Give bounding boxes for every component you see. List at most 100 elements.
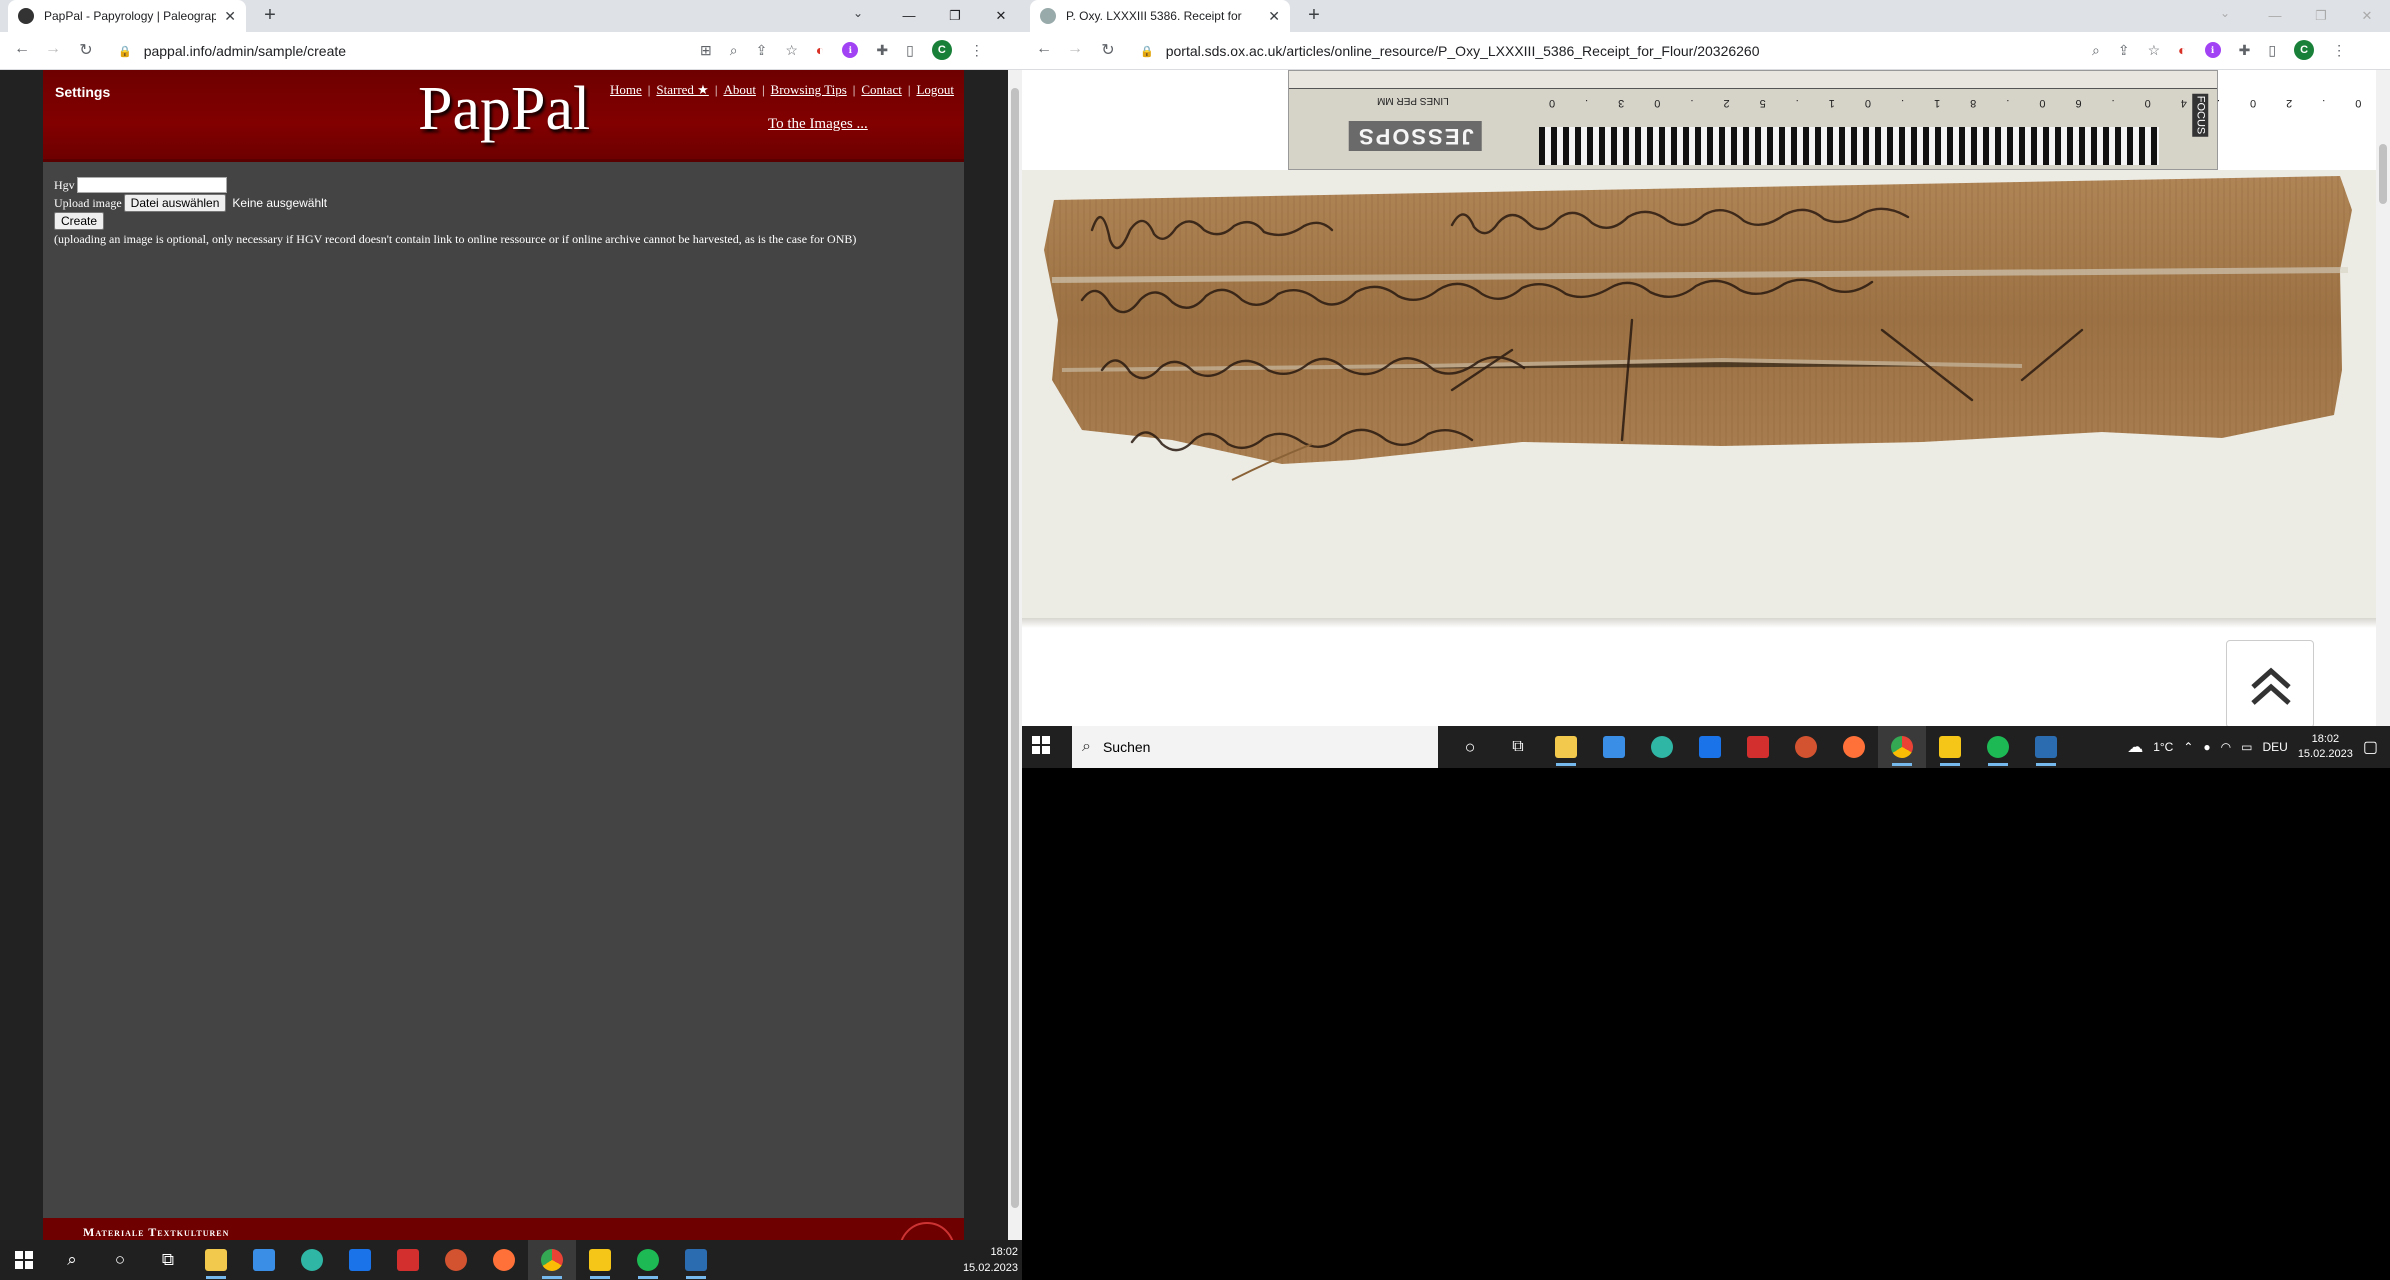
nav-starred[interactable]: Starred ★ — [656, 82, 708, 98]
main-task-view-icon[interactable]: ⧉ — [144, 1240, 192, 1280]
new-tab-right-button[interactable]: + — [1302, 4, 1326, 27]
share-right-icon[interactable]: ⇪ — [2118, 42, 2130, 59]
extension-red-icon[interactable]: ◐ — [816, 42, 824, 58]
tab-pappal[interactable]: PapPal - Papyrology | Paleograph ✕ — [8, 0, 246, 32]
close-tab-icon[interactable]: ✕ — [224, 8, 236, 25]
star-right-icon[interactable]: ☆ — [2148, 42, 2161, 59]
share-icon[interactable]: ⇪ — [756, 42, 768, 59]
main-firefox-icon[interactable] — [480, 1240, 528, 1280]
weather-icon[interactable]: ☁ — [2127, 737, 2143, 757]
close-window-right-icon[interactable]: ✕ — [2344, 0, 2390, 32]
forward-right-icon[interactable]: → — [1065, 40, 1085, 58]
hgv-input[interactable] — [76, 177, 227, 193]
back-right-icon[interactable]: ← — [1034, 40, 1054, 58]
toolbar-icons: ⊞ ⌕ ⇪ ☆ ◐ ℹ ✚ ▯ C ⋮ — [700, 40, 984, 60]
main-clock[interactable]: 18:02 15.02.2023 — [963, 1244, 1018, 1276]
restore-right-icon[interactable]: ❐ — [2298, 0, 2344, 32]
main-search-icon[interactable]: ⌕ — [48, 1240, 96, 1280]
language-indicator[interactable]: DEU — [2262, 740, 2287, 754]
acrobat-icon[interactable] — [1734, 726, 1782, 768]
papyrus-image — [1022, 170, 2376, 620]
tab-oxford[interactable]: P. Oxy. LXXXIII 5386. Receipt for ✕ — [1030, 0, 1290, 32]
reload-right-icon[interactable]: ↻ — [1098, 40, 1118, 60]
profile-avatar[interactable]: C — [931, 40, 952, 60]
file-explorer-icon[interactable] — [1542, 726, 1590, 768]
notes-icon[interactable] — [1926, 726, 1974, 768]
mail-icon[interactable] — [1686, 726, 1734, 768]
settings-link[interactable]: Settings — [55, 84, 110, 100]
left-scrollbar[interactable] — [1008, 70, 1022, 1240]
powerpoint-icon[interactable] — [1782, 726, 1830, 768]
main-edge-icon[interactable] — [288, 1240, 336, 1280]
weather-temp[interactable]: 1°C — [2153, 740, 2173, 754]
back-icon[interactable]: ← — [12, 40, 32, 58]
minimize-right-icon[interactable]: — — [2252, 0, 2298, 32]
profile-avatar-right[interactable]: C — [2294, 40, 2315, 60]
main-spotify-icon[interactable] — [624, 1240, 672, 1280]
address-bar[interactable]: 🔒 pappal.info/admin/sample/create — [118, 37, 678, 65]
main-photos-icon[interactable] — [672, 1240, 720, 1280]
store-icon[interactable] — [1590, 726, 1638, 768]
task-view-icon[interactable]: ⧉ — [1494, 726, 1542, 768]
clock[interactable]: 18:02 15.02.2023 — [2298, 732, 2353, 762]
notification-icon[interactable]: ▢ — [2363, 737, 2378, 757]
taskbar-search-box[interactable]: ⌕ Suchen — [1072, 726, 1438, 768]
right-scrollbar-thumb[interactable] — [2379, 144, 2387, 204]
lock-right-icon: 🔒 — [1140, 45, 1154, 58]
star-icon[interactable]: ☆ — [785, 42, 798, 59]
photos-icon[interactable] — [2022, 726, 2070, 768]
tray-chevron-icon[interactable]: ⌃ — [2183, 740, 2193, 754]
nav-contact[interactable]: Contact — [861, 82, 901, 98]
tab-search-right-icon[interactable]: ⌄ — [2220, 6, 2230, 20]
left-scrollbar-thumb[interactable] — [1011, 88, 1019, 1208]
nav-logout[interactable]: Logout — [916, 82, 954, 98]
extensions-puzzle-right-icon[interactable]: ✚ — [2239, 42, 2251, 59]
extensions-puzzle-icon[interactable]: ✚ — [876, 42, 888, 59]
zoom-right-icon[interactable]: ⌕ — [2092, 42, 2100, 59]
tray-app-icon[interactable]: ● — [2203, 740, 2210, 754]
main-notes-icon[interactable] — [576, 1240, 624, 1280]
firefox-icon[interactable] — [1830, 726, 1878, 768]
to-the-images-link[interactable]: To the Images ... — [768, 116, 868, 133]
main-chrome-icon[interactable] — [528, 1240, 576, 1280]
close-window-icon[interactable]: ✕ — [978, 0, 1024, 32]
main-acrobat-icon[interactable] — [384, 1240, 432, 1280]
new-tab-button[interactable]: + — [258, 4, 282, 27]
right-scrollbar[interactable] — [2376, 70, 2390, 726]
menu-kebab-right-icon[interactable]: ⋮ — [2332, 42, 2346, 59]
choose-file-button[interactable]: Datei auswählen — [123, 194, 227, 212]
main-mail-icon[interactable] — [336, 1240, 384, 1280]
spotify-icon[interactable] — [1974, 726, 2022, 768]
address-bar-right[interactable]: 🔒 portal.sds.ox.ac.uk/articles/online_re… — [1140, 37, 2040, 65]
edge-icon[interactable] — [1638, 726, 1686, 768]
create-button[interactable]: Create — [54, 212, 105, 230]
main-cortana-icon[interactable]: ○ — [96, 1240, 144, 1280]
cortana-icon[interactable]: ○ — [1446, 726, 1494, 768]
main-powerpoint-icon[interactable] — [432, 1240, 480, 1280]
extension-purple-right-icon[interactable]: ℹ — [2204, 42, 2221, 58]
translate-icon[interactable]: ⊞ — [700, 42, 712, 59]
windows-start-icon[interactable] — [1032, 736, 1050, 754]
nav-browsing-tips[interactable]: Browsing Tips — [771, 82, 847, 98]
zoom-icon[interactable]: ⌕ — [730, 42, 738, 59]
reload-icon[interactable]: ↻ — [76, 40, 96, 60]
main-file-explorer-icon[interactable] — [192, 1240, 240, 1280]
tab-search-icon[interactable]: ⌄ — [853, 6, 863, 20]
minimize-icon[interactable]: — — [886, 0, 932, 32]
restore-icon[interactable]: ❐ — [932, 0, 978, 32]
extension-purple-icon[interactable]: ℹ — [842, 42, 859, 58]
main-store-icon[interactable] — [240, 1240, 288, 1280]
forward-icon[interactable]: → — [43, 40, 63, 58]
side-panel-right-icon[interactable]: ▯ — [2268, 42, 2276, 59]
nav-about[interactable]: About — [723, 82, 756, 98]
scroll-to-top-button[interactable] — [2226, 640, 2314, 726]
close-tab-right-icon[interactable]: ✕ — [1268, 8, 1280, 25]
wifi-icon[interactable]: ◠ — [2221, 740, 2231, 754]
battery-icon[interactable]: ▭ — [2241, 740, 2252, 754]
extension-red-right-icon[interactable]: ◐ — [2178, 42, 2186, 58]
menu-kebab-icon[interactable]: ⋮ — [970, 42, 984, 59]
main-start-icon[interactable] — [0, 1240, 48, 1280]
side-panel-icon[interactable]: ▯ — [906, 42, 914, 59]
chrome-icon[interactable] — [1878, 726, 1926, 768]
nav-home[interactable]: Home — [610, 82, 642, 98]
